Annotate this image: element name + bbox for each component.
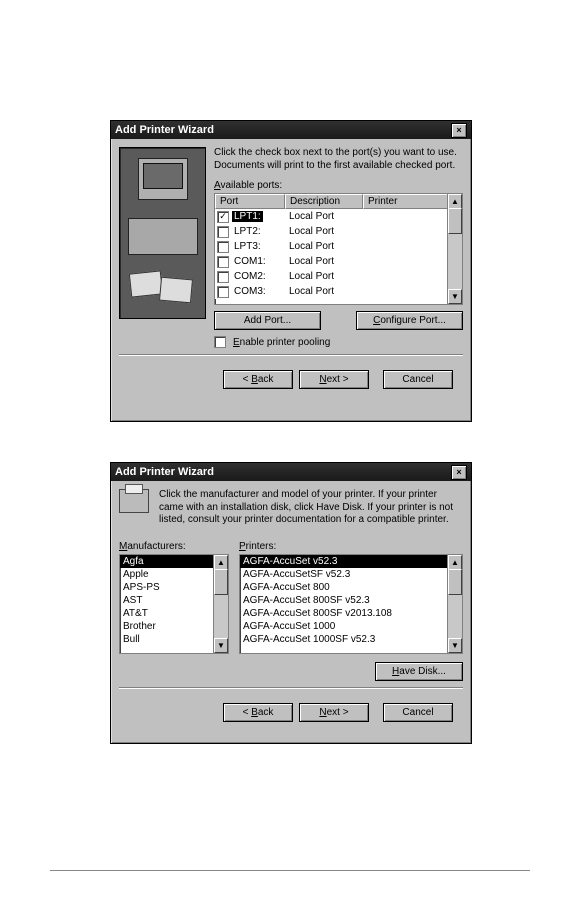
port-checkbox[interactable] xyxy=(217,226,229,238)
scroll-thumb[interactable] xyxy=(214,569,228,595)
add-printer-wizard-model-dialog: Add Printer Wizard × Click the manufactu… xyxy=(110,462,472,744)
scroll-thumb[interactable] xyxy=(448,208,462,234)
mfr-scrollbar[interactable]: ▲ ▼ xyxy=(213,555,228,653)
port-checkbox[interactable] xyxy=(217,271,229,283)
scroll-thumb[interactable] xyxy=(448,569,462,595)
port-description: Local Port xyxy=(287,241,365,252)
list-item[interactable]: AGFA-AccuSet 800 xyxy=(240,581,448,594)
ports-scrollbar[interactable]: ▲ ▼ xyxy=(447,194,462,304)
available-ports-label: Available ports: xyxy=(214,180,463,191)
enable-pooling-label: Enable printer pooling xyxy=(233,337,330,348)
list-item[interactable]: AGFA-AccuSetSF v52.3 xyxy=(240,568,448,581)
back-button[interactable]: < Back xyxy=(223,703,293,722)
port-checkbox[interactable] xyxy=(217,241,229,253)
scroll-up-icon[interactable]: ▲ xyxy=(214,555,228,570)
port-row[interactable]: LPT1: Local Port xyxy=(215,209,462,224)
next-button[interactable]: Next > xyxy=(299,370,369,389)
col-port[interactable]: Port xyxy=(215,194,285,209)
manufacturers-listbox[interactable]: AgfaAppleAPS-PSASTAT&TBrotherBull ▲ ▼ xyxy=(119,554,229,654)
cancel-button[interactable]: Cancel xyxy=(383,703,453,722)
list-item[interactable]: Brother xyxy=(120,620,214,633)
close-icon[interactable]: × xyxy=(451,123,467,138)
port-row[interactable]: COM2: Local Port xyxy=(215,269,462,284)
titlebar[interactable]: Add Printer Wizard × xyxy=(111,463,471,481)
printers-listbox[interactable]: AGFA-AccuSet v52.3AGFA-AccuSetSF v52.3AG… xyxy=(239,554,463,654)
back-button[interactable]: < Back xyxy=(223,370,293,389)
close-icon[interactable]: × xyxy=(451,465,467,480)
instruction-text: Click the check box next to the port(s) … xyxy=(214,147,463,172)
scroll-up-icon[interactable]: ▲ xyxy=(448,555,462,570)
port-checkbox[interactable] xyxy=(217,286,229,298)
list-item[interactable]: AGFA-AccuSet 1000SF v52.3 xyxy=(240,633,448,646)
list-item[interactable]: AT&T xyxy=(120,607,214,620)
next-button[interactable]: Next > xyxy=(299,703,369,722)
dialog-title: Add Printer Wizard xyxy=(115,124,214,136)
port-name: COM2: xyxy=(232,271,268,282)
add-port-button[interactable]: Add Port... xyxy=(214,311,321,330)
instruction-text: Click the manufacturer and model of your… xyxy=(159,489,463,527)
titlebar[interactable]: Add Printer Wizard × xyxy=(111,121,471,139)
list-item[interactable]: AST xyxy=(120,594,214,607)
col-description[interactable]: Description xyxy=(285,194,363,209)
scroll-down-icon[interactable]: ▼ xyxy=(448,289,462,304)
port-description: Local Port xyxy=(287,226,365,237)
list-item[interactable]: Apple xyxy=(120,568,214,581)
wizard-image xyxy=(119,147,206,319)
list-item[interactable]: Agfa xyxy=(120,555,214,568)
dialog-title: Add Printer Wizard xyxy=(115,466,214,478)
list-item[interactable]: AGFA-AccuSet 800SF v52.3 xyxy=(240,594,448,607)
have-disk-button[interactable]: Have Disk... xyxy=(375,662,463,681)
port-row[interactable]: COM3: Local Port xyxy=(215,284,462,299)
list-item[interactable]: AGFA-AccuSet v52.3 xyxy=(240,555,448,568)
printer-icon xyxy=(119,489,149,513)
port-name: LPT3: xyxy=(232,241,263,252)
port-row[interactable]: LPT3: Local Port xyxy=(215,239,462,254)
port-name: LPT2: xyxy=(232,226,263,237)
manufacturers-label: Manufacturers: xyxy=(119,541,229,552)
port-row[interactable]: COM1: Local Port xyxy=(215,254,462,269)
printers-label: Printers: xyxy=(239,541,463,552)
port-checkbox[interactable] xyxy=(217,211,229,223)
list-item[interactable]: AGFA-AccuSet 1000 xyxy=(240,620,448,633)
configure-port-button[interactable]: Configure Port... xyxy=(356,311,463,330)
port-name: COM1: xyxy=(232,256,268,267)
port-name: LPT1: xyxy=(232,211,263,222)
enable-pooling-checkbox[interactable]: Enable printer pooling xyxy=(214,336,463,348)
port-checkbox[interactable] xyxy=(217,256,229,268)
list-item[interactable]: APS-PS xyxy=(120,581,214,594)
scroll-up-icon[interactable]: ▲ xyxy=(448,194,462,209)
add-printer-wizard-ports-dialog: Add Printer Wizard × Click the check box… xyxy=(110,120,472,422)
printers-scrollbar[interactable]: ▲ ▼ xyxy=(447,555,462,653)
port-description: Local Port xyxy=(287,256,365,267)
port-description: Local Port xyxy=(287,271,365,282)
ports-listview[interactable]: Port Description Printer LPT1:Local Port… xyxy=(214,193,463,305)
scroll-down-icon[interactable]: ▼ xyxy=(214,638,228,653)
port-name: COM3: xyxy=(232,286,268,297)
port-description: Local Port xyxy=(287,211,365,222)
cancel-button[interactable]: Cancel xyxy=(383,370,453,389)
port-description: Local Port xyxy=(287,286,365,297)
list-item[interactable]: AGFA-AccuSet 800SF v2013.108 xyxy=(240,607,448,620)
list-item[interactable]: Bull xyxy=(120,633,214,646)
scroll-down-icon[interactable]: ▼ xyxy=(448,638,462,653)
checkbox-icon[interactable] xyxy=(214,336,226,348)
port-row[interactable]: LPT2: Local Port xyxy=(215,224,462,239)
